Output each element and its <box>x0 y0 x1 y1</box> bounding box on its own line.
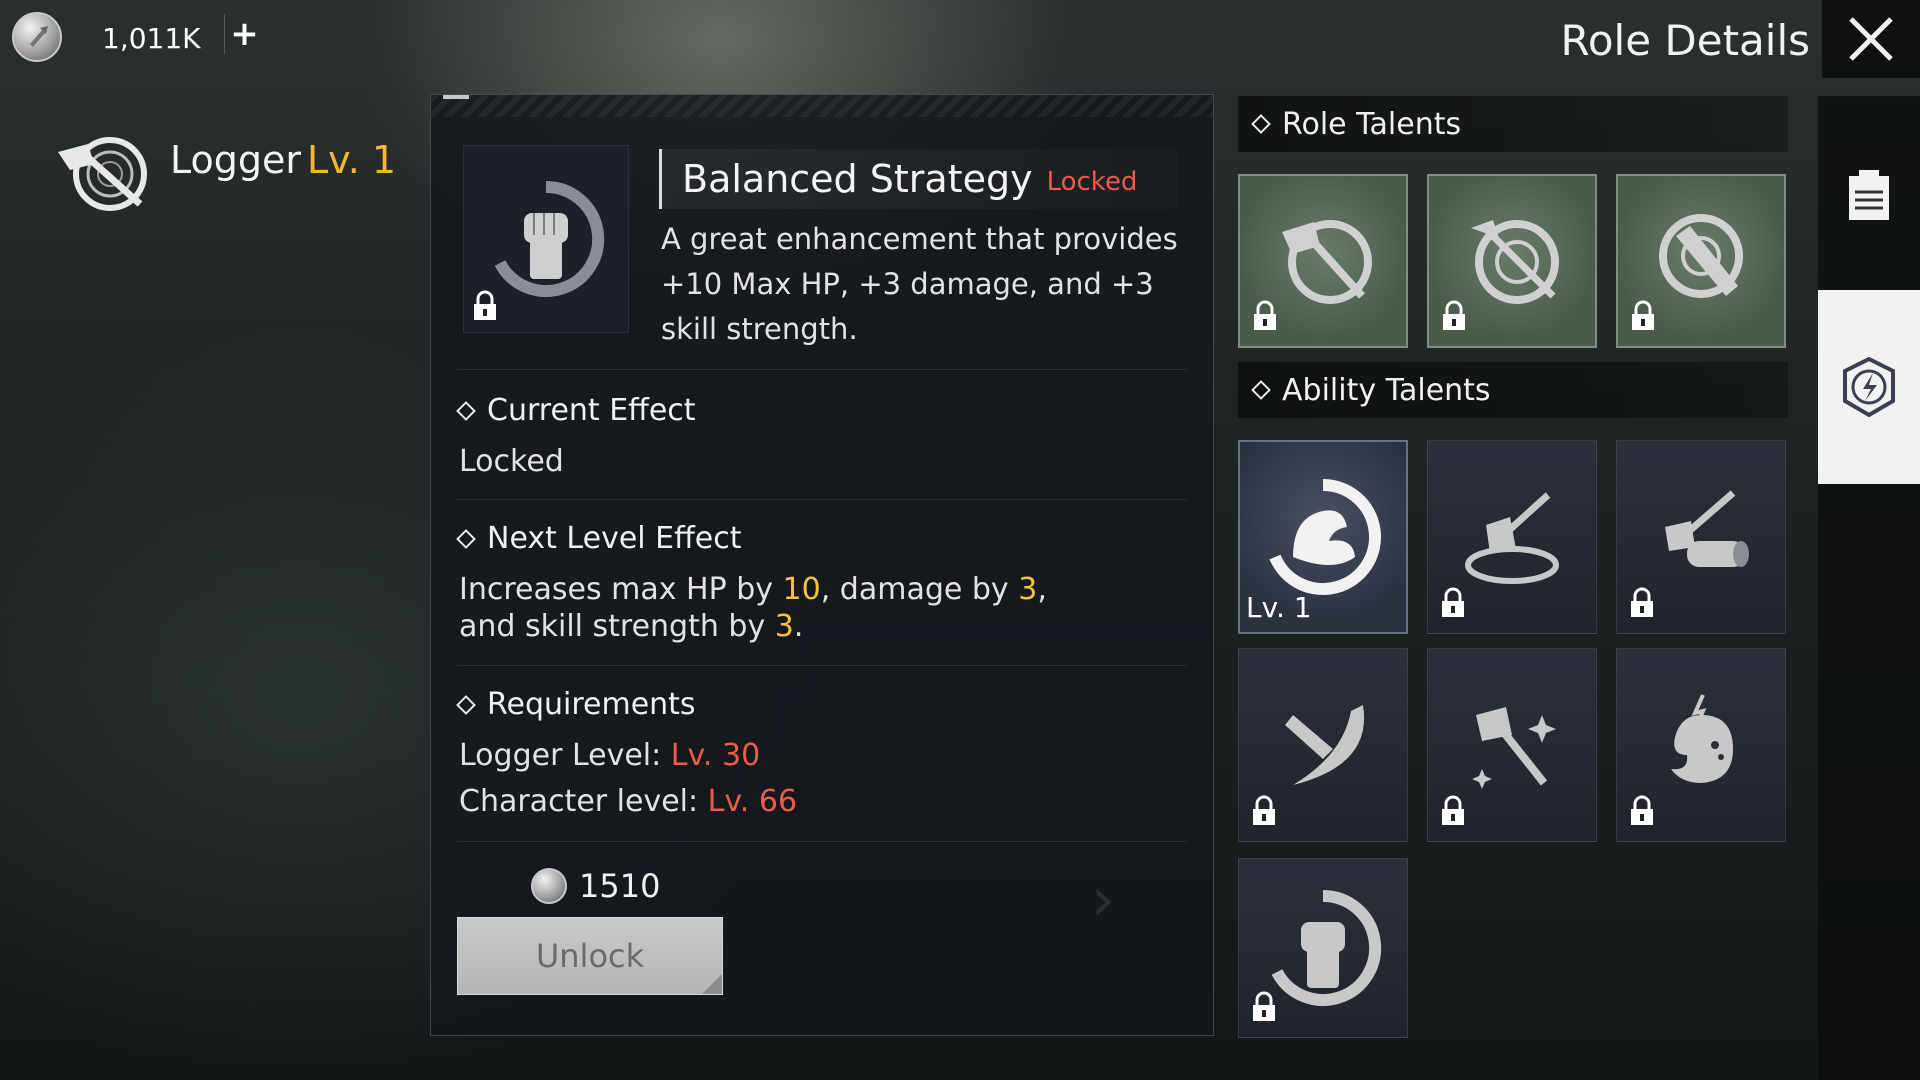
effect-text-segment: Increases max HP by <box>459 572 783 607</box>
document-icon <box>1849 170 1889 220</box>
lock-icon <box>1630 300 1656 336</box>
lock-icon <box>1441 300 1467 336</box>
close-button[interactable] <box>1822 0 1920 78</box>
effect-hp-value: 10 <box>782 572 821 607</box>
lock-icon <box>1440 587 1466 623</box>
role-talent-axe[interactable] <box>1238 174 1408 348</box>
role-talent-saw[interactable] <box>1616 174 1786 348</box>
requirement-label: Logger Level: <box>459 738 671 773</box>
chevron-right-icon: › <box>1091 865 1115 935</box>
current-effect-heading: Current Effect <box>456 393 696 428</box>
requirement-value: Lv. 30 <box>670 738 761 773</box>
divider <box>457 499 1187 500</box>
lock-icon <box>1440 795 1466 831</box>
requirement-label: Character level: <box>459 784 708 819</box>
unlock-button[interactable]: Unlock <box>457 917 723 995</box>
fist-icon <box>1271 889 1382 1006</box>
cost-amount: 1510 <box>579 867 661 905</box>
diamond-icon <box>456 400 476 421</box>
effect-skill-value: 3 <box>774 609 794 644</box>
role-name: Logger <box>170 138 301 182</box>
divider <box>457 369 1187 370</box>
diamond-icon <box>456 694 476 715</box>
ability-talent-log-chop[interactable] <box>1616 440 1786 634</box>
panel-top-strip <box>431 95 1213 117</box>
unlock-button-label: Unlock <box>535 937 645 975</box>
next-level-effect-heading-label: Next Level Effect <box>487 521 742 556</box>
ability-talent-level: Lv. 1 <box>1246 591 1312 624</box>
page-title: Role Details <box>1560 16 1810 65</box>
ability-talent-axe-spin[interactable] <box>1427 440 1597 634</box>
add-currency-button[interactable]: + <box>224 14 264 54</box>
effect-text-segment: , damage by <box>820 572 1019 607</box>
effect-damage-value: 3 <box>1018 572 1038 607</box>
diamond-icon <box>1251 380 1271 400</box>
flexed-arm-icon <box>1269 479 1381 595</box>
diamond-icon <box>1251 114 1271 134</box>
talent-description: A great enhancement that provides +10 Ma… <box>661 222 1178 346</box>
requirements-heading-label: Requirements <box>487 687 696 722</box>
lock-icon <box>1629 587 1655 623</box>
lock-icon <box>1629 795 1655 831</box>
chainsaw-slash-icon <box>1285 705 1365 785</box>
lock-icon <box>1251 795 1277 831</box>
current-effect-heading-label: Current Effect <box>487 393 696 428</box>
axe-saw-icon <box>1282 220 1372 304</box>
ability-talent-spirit[interactable] <box>1616 648 1786 842</box>
saw-ring-icon <box>1659 214 1743 298</box>
lightning-shield-icon <box>1843 357 1895 417</box>
diamond-icon <box>456 528 476 549</box>
axe-ground-icon <box>1465 492 1559 584</box>
talent-name: Balanced Strategy <box>682 157 1033 201</box>
close-icon <box>1849 17 1893 61</box>
divider <box>457 841 1187 842</box>
current-effect-value: Locked <box>459 444 564 479</box>
role-talents-heading-label: Role Talents <box>1282 106 1462 142</box>
lock-icon <box>1251 991 1277 1027</box>
ability-talents-heading-label: Ability Talents <box>1282 372 1491 408</box>
talent-status-badge: Locked <box>1046 167 1138 197</box>
character-level-requirement: Character level: Lv. 66 <box>459 783 797 820</box>
ability-talents-tab[interactable] <box>1818 290 1920 484</box>
sparkle-axe-icon <box>1472 707 1556 789</box>
next-level-effect-text: Increases max HP by 10, damage by 3, and… <box>459 571 1099 645</box>
talent-detail-panel: Balanced Strategy Locked A great enhance… <box>430 94 1214 1036</box>
lock-icon <box>1252 300 1278 336</box>
ability-talent-strength[interactable]: Lv. 1 <box>1238 440 1408 634</box>
unlock-cost: 1510 <box>531 867 660 905</box>
logger-level-requirement: Logger Level: Lv. 30 <box>459 737 760 774</box>
axe-log-icon <box>1665 490 1749 567</box>
lock-icon <box>472 290 498 322</box>
ability-talent-balanced-strategy[interactable] <box>1238 858 1408 1038</box>
ability-talent-sparkle-axe[interactable] <box>1427 648 1597 842</box>
ability-talent-chainsaw-slash[interactable] <box>1238 648 1408 842</box>
currency-coin-icon <box>12 12 62 62</box>
effect-text-segment: . <box>793 609 804 644</box>
requirement-value: Lv. 66 <box>707 784 798 819</box>
ghost-lightning-icon <box>1671 694 1733 783</box>
talent-title-bar: Balanced Strategy Locked <box>659 149 1179 209</box>
role-title: Logger Lv. 1 <box>170 138 396 182</box>
talent-fist-icon <box>463 145 629 333</box>
currency-coin-icon <box>531 868 567 904</box>
role-talents-heading: Role Talents <box>1238 96 1788 152</box>
requirements-heading: Requirements <box>456 687 696 722</box>
panel-tab-mark <box>443 95 469 99</box>
next-level-effect-heading: Next Level Effect <box>456 521 742 556</box>
role-emblem-icon <box>48 130 158 216</box>
currency-amount: 1,011K <box>102 22 201 55</box>
hatchet-ring-icon <box>1471 220 1559 304</box>
button-corner-decoration <box>702 974 722 994</box>
role-info-tab[interactable] <box>1818 136 1920 256</box>
role-talent-hatchet[interactable] <box>1427 174 1597 348</box>
divider <box>457 665 1187 666</box>
role-level: Lv. 1 <box>307 138 397 182</box>
ability-talents-heading: Ability Talents <box>1238 362 1788 418</box>
